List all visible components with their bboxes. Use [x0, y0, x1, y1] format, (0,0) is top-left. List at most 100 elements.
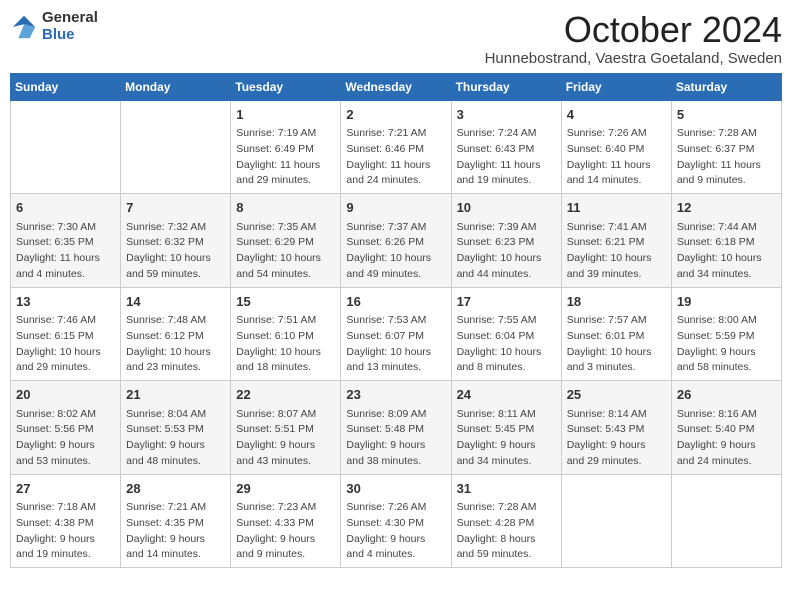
- calendar-cell: 7Sunrise: 7:32 AM Sunset: 6:32 PM Daylig…: [121, 194, 231, 288]
- day-number: 21: [126, 385, 225, 405]
- day-number: 14: [126, 292, 225, 312]
- day-content: Sunrise: 8:16 AM Sunset: 5:40 PM Dayligh…: [677, 407, 776, 470]
- day-number: 3: [457, 105, 556, 125]
- logo-icon: [10, 13, 38, 41]
- logo-text-blue: Blue: [42, 27, 98, 44]
- calendar-cell: 3Sunrise: 7:24 AM Sunset: 6:43 PM Daylig…: [451, 100, 561, 194]
- calendar-cell: 15Sunrise: 7:51 AM Sunset: 6:10 PM Dayli…: [231, 287, 341, 381]
- calendar-cell: 23Sunrise: 8:09 AM Sunset: 5:48 PM Dayli…: [341, 381, 451, 475]
- calendar-cell: 31Sunrise: 7:28 AM Sunset: 4:28 PM Dayli…: [451, 474, 561, 568]
- calendar-cell: 1Sunrise: 7:19 AM Sunset: 6:49 PM Daylig…: [231, 100, 341, 194]
- day-content: Sunrise: 8:11 AM Sunset: 5:45 PM Dayligh…: [457, 407, 556, 470]
- calendar-week-row: 1Sunrise: 7:19 AM Sunset: 6:49 PM Daylig…: [11, 100, 782, 194]
- day-content: Sunrise: 7:30 AM Sunset: 6:35 PM Dayligh…: [16, 220, 115, 283]
- weekday-header-row: SundayMondayTuesdayWednesdayThursdayFrid…: [11, 73, 782, 100]
- calendar-cell: 2Sunrise: 7:21 AM Sunset: 6:46 PM Daylig…: [341, 100, 451, 194]
- logo: General Blue: [10, 10, 98, 43]
- weekday-header-thursday: Thursday: [451, 73, 561, 100]
- calendar-table: SundayMondayTuesdayWednesdayThursdayFrid…: [10, 73, 782, 569]
- day-number: 2: [346, 105, 445, 125]
- location-title: Hunnebostrand, Vaestra Goetaland, Sweden: [485, 50, 782, 67]
- calendar-cell: 16Sunrise: 7:53 AM Sunset: 6:07 PM Dayli…: [341, 287, 451, 381]
- day-content: Sunrise: 8:14 AM Sunset: 5:43 PM Dayligh…: [567, 407, 666, 470]
- day-content: Sunrise: 7:51 AM Sunset: 6:10 PM Dayligh…: [236, 313, 335, 376]
- day-content: Sunrise: 8:00 AM Sunset: 5:59 PM Dayligh…: [677, 313, 776, 376]
- day-number: 11: [567, 198, 666, 218]
- calendar-cell: 21Sunrise: 8:04 AM Sunset: 5:53 PM Dayli…: [121, 381, 231, 475]
- day-number: 20: [16, 385, 115, 405]
- weekday-header-friday: Friday: [561, 73, 671, 100]
- calendar-cell: 10Sunrise: 7:39 AM Sunset: 6:23 PM Dayli…: [451, 194, 561, 288]
- day-number: 23: [346, 385, 445, 405]
- day-number: 8: [236, 198, 335, 218]
- day-number: 28: [126, 479, 225, 499]
- calendar-cell: [121, 100, 231, 194]
- calendar-week-row: 6Sunrise: 7:30 AM Sunset: 6:35 PM Daylig…: [11, 194, 782, 288]
- day-content: Sunrise: 7:44 AM Sunset: 6:18 PM Dayligh…: [677, 220, 776, 283]
- day-content: Sunrise: 7:48 AM Sunset: 6:12 PM Dayligh…: [126, 313, 225, 376]
- calendar-cell: 25Sunrise: 8:14 AM Sunset: 5:43 PM Dayli…: [561, 381, 671, 475]
- calendar-cell: 22Sunrise: 8:07 AM Sunset: 5:51 PM Dayli…: [231, 381, 341, 475]
- calendar-cell: [11, 100, 121, 194]
- calendar-cell: 4Sunrise: 7:26 AM Sunset: 6:40 PM Daylig…: [561, 100, 671, 194]
- weekday-header-saturday: Saturday: [671, 73, 781, 100]
- day-content: Sunrise: 7:37 AM Sunset: 6:26 PM Dayligh…: [346, 220, 445, 283]
- day-number: 30: [346, 479, 445, 499]
- day-number: 7: [126, 198, 225, 218]
- day-content: Sunrise: 8:02 AM Sunset: 5:56 PM Dayligh…: [16, 407, 115, 470]
- day-number: 9: [346, 198, 445, 218]
- day-content: Sunrise: 7:53 AM Sunset: 6:07 PM Dayligh…: [346, 313, 445, 376]
- logo-text-general: General: [42, 10, 98, 27]
- day-number: 25: [567, 385, 666, 405]
- weekday-header-monday: Monday: [121, 73, 231, 100]
- day-number: 26: [677, 385, 776, 405]
- day-content: Sunrise: 8:07 AM Sunset: 5:51 PM Dayligh…: [236, 407, 335, 470]
- day-number: 15: [236, 292, 335, 312]
- calendar-cell: [561, 474, 671, 568]
- day-content: Sunrise: 8:04 AM Sunset: 5:53 PM Dayligh…: [126, 407, 225, 470]
- day-number: 18: [567, 292, 666, 312]
- day-content: Sunrise: 7:57 AM Sunset: 6:01 PM Dayligh…: [567, 313, 666, 376]
- day-content: Sunrise: 7:32 AM Sunset: 6:32 PM Dayligh…: [126, 220, 225, 283]
- calendar-cell: 26Sunrise: 8:16 AM Sunset: 5:40 PM Dayli…: [671, 381, 781, 475]
- day-content: Sunrise: 7:23 AM Sunset: 4:33 PM Dayligh…: [236, 500, 335, 563]
- day-number: 16: [346, 292, 445, 312]
- day-content: Sunrise: 7:28 AM Sunset: 4:28 PM Dayligh…: [457, 500, 556, 563]
- calendar-cell: [671, 474, 781, 568]
- day-number: 31: [457, 479, 556, 499]
- calendar-cell: 17Sunrise: 7:55 AM Sunset: 6:04 PM Dayli…: [451, 287, 561, 381]
- day-number: 4: [567, 105, 666, 125]
- day-content: Sunrise: 7:41 AM Sunset: 6:21 PM Dayligh…: [567, 220, 666, 283]
- calendar-cell: 30Sunrise: 7:26 AM Sunset: 4:30 PM Dayli…: [341, 474, 451, 568]
- day-content: Sunrise: 7:28 AM Sunset: 6:37 PM Dayligh…: [677, 126, 776, 189]
- calendar-cell: 20Sunrise: 8:02 AM Sunset: 5:56 PM Dayli…: [11, 381, 121, 475]
- day-content: Sunrise: 7:18 AM Sunset: 4:38 PM Dayligh…: [16, 500, 115, 563]
- day-number: 1: [236, 105, 335, 125]
- calendar-cell: 29Sunrise: 7:23 AM Sunset: 4:33 PM Dayli…: [231, 474, 341, 568]
- day-content: Sunrise: 7:19 AM Sunset: 6:49 PM Dayligh…: [236, 126, 335, 189]
- weekday-header-sunday: Sunday: [11, 73, 121, 100]
- day-content: Sunrise: 7:55 AM Sunset: 6:04 PM Dayligh…: [457, 313, 556, 376]
- calendar-cell: 6Sunrise: 7:30 AM Sunset: 6:35 PM Daylig…: [11, 194, 121, 288]
- calendar-cell: 18Sunrise: 7:57 AM Sunset: 6:01 PM Dayli…: [561, 287, 671, 381]
- calendar-cell: 14Sunrise: 7:48 AM Sunset: 6:12 PM Dayli…: [121, 287, 231, 381]
- day-number: 19: [677, 292, 776, 312]
- day-number: 22: [236, 385, 335, 405]
- calendar-week-row: 27Sunrise: 7:18 AM Sunset: 4:38 PM Dayli…: [11, 474, 782, 568]
- day-content: Sunrise: 7:26 AM Sunset: 6:40 PM Dayligh…: [567, 126, 666, 189]
- day-content: Sunrise: 7:21 AM Sunset: 4:35 PM Dayligh…: [126, 500, 225, 563]
- page-header: General Blue October 2024 Hunnebostrand,…: [10, 10, 782, 67]
- month-title: October 2024: [485, 10, 782, 50]
- calendar-cell: 8Sunrise: 7:35 AM Sunset: 6:29 PM Daylig…: [231, 194, 341, 288]
- day-number: 6: [16, 198, 115, 218]
- calendar-week-row: 13Sunrise: 7:46 AM Sunset: 6:15 PM Dayli…: [11, 287, 782, 381]
- calendar-cell: 19Sunrise: 8:00 AM Sunset: 5:59 PM Dayli…: [671, 287, 781, 381]
- day-number: 29: [236, 479, 335, 499]
- day-content: Sunrise: 7:39 AM Sunset: 6:23 PM Dayligh…: [457, 220, 556, 283]
- day-number: 5: [677, 105, 776, 125]
- calendar-cell: 9Sunrise: 7:37 AM Sunset: 6:26 PM Daylig…: [341, 194, 451, 288]
- day-number: 27: [16, 479, 115, 499]
- day-number: 13: [16, 292, 115, 312]
- day-content: Sunrise: 7:21 AM Sunset: 6:46 PM Dayligh…: [346, 126, 445, 189]
- calendar-cell: 24Sunrise: 8:11 AM Sunset: 5:45 PM Dayli…: [451, 381, 561, 475]
